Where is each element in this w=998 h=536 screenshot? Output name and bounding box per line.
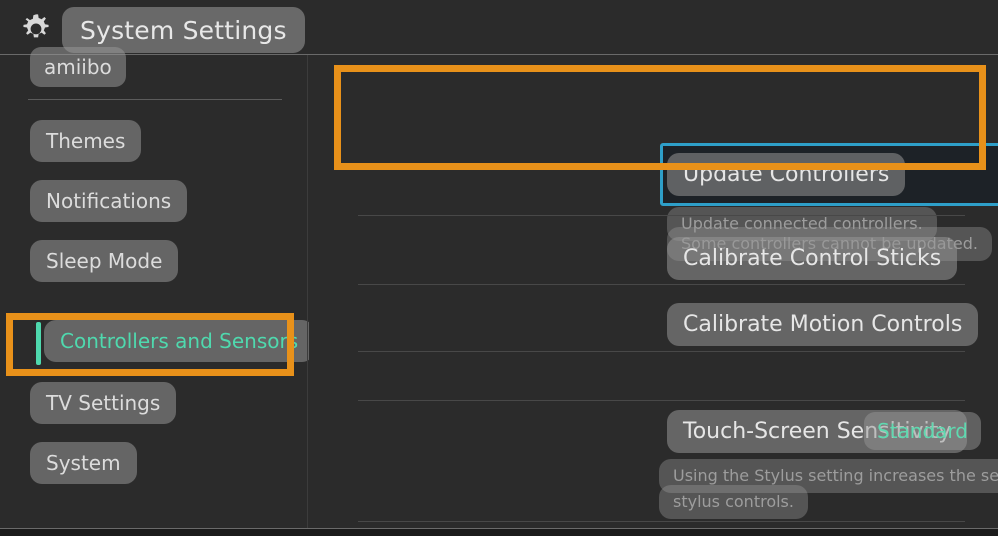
sidebar-item-controllers-and-sensors[interactable]: Controllers and Sensors [44,320,315,362]
bottom-bar [0,529,998,536]
row-label: Calibrate Motion Controls [683,312,963,337]
system-settings-screen: System Settings amiibo Themes Notificati… [0,0,998,536]
sidebar-divider [28,99,282,100]
description-text: stylus controls. [673,492,794,511]
row-divider [358,400,965,401]
row-divider [358,351,965,352]
sidebar-main-divider [307,55,308,528]
sidebar-item-label: Sleep Mode [46,249,163,273]
row-divider [358,521,965,522]
main-content: Update Controllers Update connected cont… [309,55,998,528]
sidebar-item-sleep-mode[interactable]: Sleep Mode [30,240,179,282]
sidebar-item-label: Controllers and Sensors [60,329,299,353]
sidebar-item-system[interactable]: System [30,442,137,484]
row-label: Update Controllers [683,162,890,187]
sidebar-item-amiibo[interactable]: amiibo [30,47,126,87]
sidebar-item-themes[interactable]: Themes [30,120,142,162]
touch-screen-sensitivity-description-line2: stylus controls. [659,485,808,519]
sidebar-item-label: System [46,451,121,475]
sidebar: amiibo Themes Notifications Sleep Mode C… [0,47,315,528]
row-label: Calibrate Control Sticks [683,246,942,271]
status-badge: Standard [877,419,968,443]
calibrate-motion-controls-button[interactable]: Calibrate Motion Controls [667,303,979,346]
sidebar-item-label: TV Settings [46,391,161,415]
row-divider [358,284,965,285]
sidebar-item-label: Notifications [46,189,172,213]
sidebar-selection-indicator [36,322,41,365]
calibrate-control-sticks-button[interactable]: Calibrate Control Sticks [667,237,958,280]
row-divider [358,215,965,216]
header-bar: System Settings [0,0,998,55]
page-title-text: System Settings [80,15,287,45]
update-controllers-button[interactable]: Update Controllers [667,153,906,196]
touch-screen-sensitivity-value[interactable]: Standard [864,412,981,450]
sidebar-item-label: Themes [46,129,126,153]
sidebar-item-notifications[interactable]: Notifications [30,180,188,222]
sidebar-item-label: amiibo [44,55,112,79]
gear-icon [18,11,54,47]
sidebar-item-tv-settings[interactable]: TV Settings [30,382,177,424]
